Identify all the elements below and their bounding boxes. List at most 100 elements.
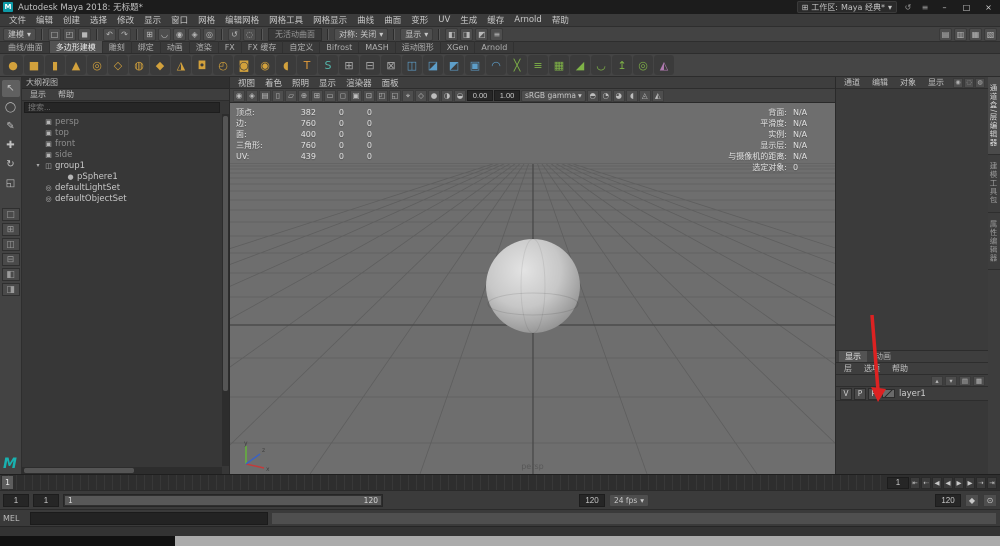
poly-disc-icon[interactable]: ◍	[129, 55, 149, 75]
outliner-horizontal-scrollbar[interactable]	[22, 467, 222, 474]
current-frame-marker[interactable]: 1	[2, 476, 13, 489]
bevel-icon[interactable]: ◢	[570, 55, 590, 75]
maximize-button[interactable]: □	[958, 1, 975, 13]
menu-item[interactable]: 曲面	[379, 14, 406, 27]
shaded-mode-icon[interactable]: ●	[428, 89, 440, 102]
outliner-menu-item[interactable]: 显示	[25, 89, 51, 100]
type-tool-icon[interactable]: T	[297, 55, 317, 75]
multi-cut-icon[interactable]: ╳	[507, 55, 527, 75]
symmetry-dropdown[interactable]: 对称: 关闭 ▾	[334, 27, 389, 41]
mirror-icon[interactable]: ◭	[654, 55, 674, 75]
workspace-settings-icon[interactable]: ≡	[919, 1, 931, 13]
menu-item[interactable]: Arnold	[509, 14, 547, 27]
layer-editor-menu-item[interactable]: 选项	[859, 363, 885, 374]
poly-super-ellipse-icon[interactable]: ◖	[276, 55, 296, 75]
go-to-end-button[interactable]: ⇥	[987, 476, 997, 489]
poly-plane-icon[interactable]: ◇	[108, 55, 128, 75]
modeling-toolkit-toggle-icon[interactable]: ▧	[984, 27, 997, 41]
range-slider-track[interactable]: 1 120	[63, 493, 383, 507]
menu-item[interactable]: 修改	[112, 14, 139, 27]
exposure-field[interactable]	[467, 90, 493, 101]
poly-cube-icon[interactable]: ■	[24, 55, 44, 75]
viewport-canvas[interactable]: 顶点: 382 0 0 边: 760 0 0 面: 400 0 0 三角形: 7…	[230, 103, 835, 474]
close-button[interactable]: ×	[980, 1, 997, 13]
menu-item[interactable]: 显示	[139, 14, 166, 27]
combine-icon[interactable]: ◫	[402, 55, 422, 75]
anti-aliasing-toggle-icon[interactable]: ◖	[625, 89, 638, 102]
x-ray-icon[interactable]: ◭	[651, 89, 664, 102]
sidebar-tab-channel-box[interactable]: 通道盒/层编辑器	[988, 77, 1000, 156]
layout-single-pane-button[interactable]: □	[1, 208, 20, 221]
outliner-search-input[interactable]	[24, 102, 220, 113]
manip-default-icon[interactable]: ◉	[953, 77, 963, 88]
channel-box-menu-item[interactable]: 对象	[895, 77, 921, 88]
menu-item[interactable]: 变形	[406, 14, 433, 27]
selection-mode-dropdown[interactable]: 建模 ▾	[3, 27, 37, 41]
camera-attributes-icon[interactable]: ▤	[259, 89, 271, 102]
layer-editor-menu-item[interactable]: 帮助	[887, 363, 913, 374]
extract-icon[interactable]: ◩	[444, 55, 464, 75]
layer-playback-toggle[interactable]: P	[854, 387, 866, 400]
animation-end-field[interactable]	[579, 493, 605, 507]
animation-preferences-button[interactable]: ⊙	[983, 493, 997, 507]
shelf-tab[interactable]: FX 缓存	[242, 41, 284, 53]
tool-settings-toggle-icon[interactable]: ▥	[954, 27, 967, 41]
menu-item[interactable]: 窗口	[166, 14, 193, 27]
highlight-selection-icon[interactable]: ◌	[243, 27, 257, 41]
layout-persp-graph-button[interactable]: ◨	[1, 283, 20, 296]
playback-start-field[interactable]	[3, 493, 29, 507]
shelf-tab[interactable]: XGen	[441, 41, 476, 53]
channel-box-toggle-icon[interactable]: ▦	[969, 27, 982, 41]
layout-persp-outliner-button[interactable]: ◧	[1, 268, 20, 281]
workspace-reset-icon[interactable]: ↺	[902, 1, 914, 13]
step-forward-key-button[interactable]: ▶	[965, 476, 975, 489]
fps-dropdown[interactable]: 24 fps ▾	[609, 493, 650, 507]
viewport-menu-item[interactable]: 视图	[233, 77, 260, 89]
auto-keyframe-button[interactable]: ◆	[965, 493, 979, 507]
animation-start-field[interactable]	[33, 493, 59, 507]
safe-title-icon[interactable]: ◱	[389, 89, 401, 102]
create-layer-from-selected-button[interactable]: ▦	[973, 375, 985, 386]
outliner-item-group1[interactable]: ▾ ◫ group1	[22, 160, 229, 171]
redo-icon[interactable]: ↷	[118, 27, 132, 41]
shelf-tab[interactable]: 运动图形	[396, 41, 441, 53]
colorspace-dropdown[interactable]: sRGB gamma ▾	[521, 89, 586, 102]
menu-item[interactable]: 生成	[455, 14, 482, 27]
outliner-item-top[interactable]: ▣ top	[22, 127, 229, 138]
rotate-tool[interactable]: ↻	[2, 156, 20, 173]
open-render-view-icon[interactable]: ◧	[445, 27, 459, 41]
range-slider-bar[interactable]: 1 120	[65, 495, 381, 505]
attribute-editor-toggle-icon[interactable]: ▤	[939, 27, 952, 41]
minimize-button[interactable]: –	[936, 1, 953, 13]
layout-two-pane-side-button[interactable]: ◫	[1, 238, 20, 251]
two-d-pan-zoom-icon[interactable]: ⊕	[298, 89, 310, 102]
grid-toggle-icon[interactable]: ⊞	[311, 89, 323, 102]
menu-item[interactable]: 帮助	[547, 14, 574, 27]
step-back-frame-button[interactable]: ⇠	[921, 476, 931, 489]
poly-gear-icon[interactable]: ◙	[234, 55, 254, 75]
ao-toggle-icon[interactable]: ◔	[599, 89, 612, 102]
sidebar-tab-attribute-editor[interactable]: 属性编辑器	[988, 213, 1000, 271]
manip-no-icon[interactable]: ◌	[964, 77, 974, 88]
move-tool[interactable]: ✚	[2, 137, 20, 154]
shelf-tab[interactable]: 曲线/曲面	[2, 41, 50, 53]
shadows-toggle-icon[interactable]: ◓	[586, 89, 599, 102]
channel-box-menu-item[interactable]: 编辑	[867, 77, 893, 88]
outliner-item-side[interactable]: ▣ side	[22, 149, 229, 160]
ipr-render-icon[interactable]: ◩	[475, 27, 489, 41]
outliner-item-defaultobjectset[interactable]: ◎ defaultObjectSet	[22, 193, 229, 204]
sidebar-tab-modeling-toolkit[interactable]: 建模工具包	[988, 155, 1000, 213]
shelf-tab[interactable]: 自定义	[283, 41, 321, 53]
layer-editor-menu-item[interactable]: 层	[839, 363, 857, 374]
workspace-selector[interactable]: ⊞ 工作区: Maya 经典* ▾	[796, 1, 897, 13]
viewport-menu-item[interactable]: 显示	[314, 77, 341, 89]
shelf-tab[interactable]: 绑定	[132, 41, 161, 53]
lasso-select-tool[interactable]: ◯	[2, 99, 20, 116]
open-scene-icon[interactable]: ◰	[63, 27, 77, 41]
scrollbar-thumb[interactable]	[24, 468, 134, 473]
channel-box-menu-item[interactable]: 通道	[839, 77, 865, 88]
shelf-tab[interactable]: FX	[219, 41, 242, 53]
command-input[interactable]	[30, 511, 268, 525]
wireframe-mode-icon[interactable]: ◇	[415, 89, 427, 102]
gamma-field[interactable]	[494, 90, 520, 101]
